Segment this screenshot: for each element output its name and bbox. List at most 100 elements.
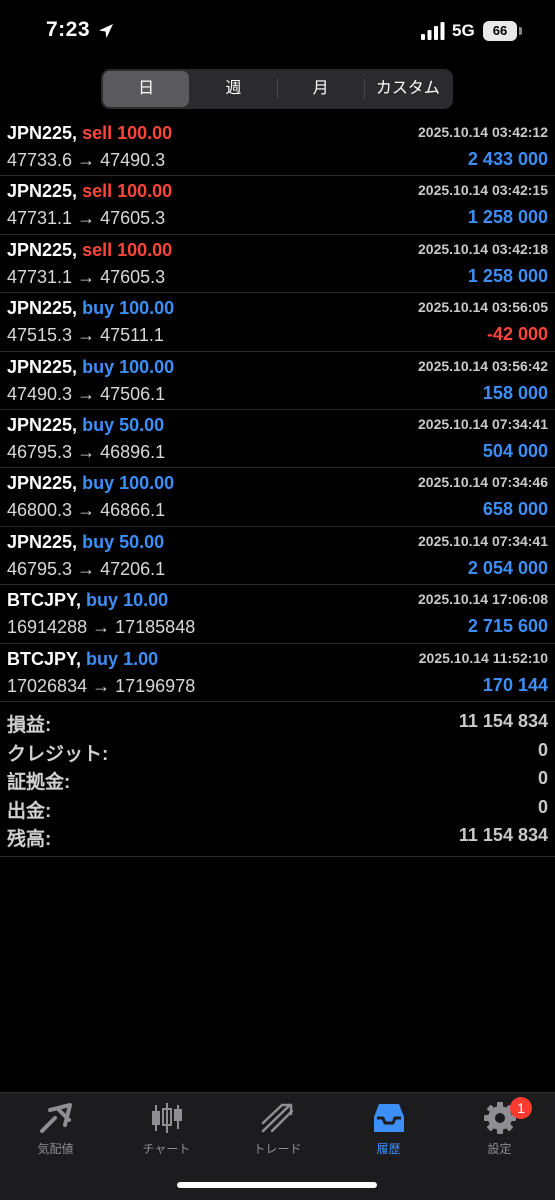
chart-candles-icon xyxy=(152,1103,182,1133)
period-tab-month[interactable]: 月 xyxy=(278,71,364,107)
tab-settings[interactable]: 1 設定 xyxy=(444,1093,555,1163)
close-price: 17196978 xyxy=(115,675,196,696)
open-price: 47490.3 xyxy=(7,383,73,404)
tab-trade[interactable]: トレード xyxy=(222,1093,333,1163)
trade-profit: 1 258 000 xyxy=(467,207,548,228)
trade-row[interactable]: JPN225, buy 50.00 46795.3 → 47206.1 2025… xyxy=(0,527,555,586)
trade-prices: 46795.3 → 46896.1 xyxy=(7,442,165,463)
trade-title: JPN225, sell 100.00 xyxy=(7,240,172,261)
summary-label: 残高: xyxy=(7,829,52,850)
trade-prices: 46800.3 → 46866.1 xyxy=(7,500,165,521)
trade-row[interactable]: JPN225, buy 100.00 46800.3 → 46866.1 202… xyxy=(0,468,555,527)
summary-label: 損益: xyxy=(7,715,52,736)
summary-label: 出金: xyxy=(7,800,52,822)
open-price: 47731.1 xyxy=(7,266,73,287)
trade-prices: 47490.3 → 47506.1 xyxy=(7,384,165,405)
close-price: 47206.1 xyxy=(100,558,166,579)
summary-value: 0 xyxy=(537,768,548,788)
trade-profit: 2 054 000 xyxy=(467,557,548,578)
summary-row-profit: 損益: 11 154 834 xyxy=(0,708,555,737)
trade-time: 2025.10.14 03:56:05 xyxy=(418,299,548,316)
trade-symbol: JPN225, xyxy=(7,473,78,494)
arrow-icon: → xyxy=(77,441,96,462)
trade-row[interactable]: JPN225, sell 100.00 47731.1 → 47605.3 20… xyxy=(0,235,555,294)
trade-prices: 47731.1 → 47605.3 xyxy=(7,208,165,229)
trade-volume: 50.00 xyxy=(119,414,165,435)
trade-symbol: JPN225, xyxy=(7,181,78,202)
trade-symbol: BTCJPY, xyxy=(7,648,82,669)
open-price: 47515.3 xyxy=(7,325,73,346)
trade-prices: 47731.1 → 47605.3 xyxy=(7,267,165,288)
network-type: 5G xyxy=(452,21,475,40)
summary-value: 11 154 834 xyxy=(458,825,548,845)
trade-volume: 100.00 xyxy=(119,356,175,377)
notification-badge: 1 xyxy=(510,1097,532,1119)
trade-title: BTCJPY, buy 1.00 xyxy=(7,649,158,670)
summary-row-margin: 証拠金: 0 xyxy=(0,765,555,794)
open-price: 46795.3 xyxy=(7,558,73,579)
trade-side: buy xyxy=(82,356,115,377)
open-price: 46800.3 xyxy=(7,500,73,521)
trade-time: 2025.10.14 03:42:12 xyxy=(418,124,548,140)
trade-prices: 47733.6 → 47490.3 xyxy=(7,150,165,171)
close-price: 47490.3 xyxy=(100,150,166,170)
close-price: 17185848 xyxy=(115,617,196,638)
tab-label: 設定 xyxy=(487,1142,512,1156)
period-tab-day[interactable]: 日 xyxy=(103,71,190,107)
trade-time: 2025.10.14 03:42:18 xyxy=(418,240,548,257)
tab-label: 気配値 xyxy=(37,1142,74,1156)
trade-side: buy xyxy=(82,298,115,319)
arrow-icon: → xyxy=(77,266,96,287)
trade-title: JPN225, buy 50.00 xyxy=(7,532,164,553)
trade-title: JPN225, buy 50.00 xyxy=(7,415,164,436)
trade-row[interactable]: JPN225, sell 100.00 47733.6 → 47490.3 20… xyxy=(0,118,555,177)
summary-label: 証拠金: xyxy=(7,772,71,793)
battery-tip xyxy=(519,27,522,35)
trade-side: sell xyxy=(82,123,113,143)
arrow-icon: → xyxy=(77,208,96,229)
trade-prices: 17026834 → 17196978 xyxy=(7,676,195,697)
arrow-icon: → xyxy=(77,500,96,521)
trade-profit: 1 258 000 xyxy=(467,265,548,286)
open-price: 17026834 xyxy=(7,675,88,696)
tab-quotes[interactable]: 気配値 xyxy=(0,1093,111,1163)
trade-profit: 158 000 xyxy=(482,382,548,403)
trade-symbol: JPN225, xyxy=(7,356,78,377)
status-bar: 7:23 5G 66 xyxy=(0,0,555,62)
close-price: 47605.3 xyxy=(100,266,166,287)
history-inbox-icon xyxy=(374,1104,404,1132)
trade-prices: 16914288 → 17185848 xyxy=(7,617,195,638)
trade-time: 2025.10.14 03:56:42 xyxy=(418,357,548,374)
period-tab-custom[interactable]: カスタム xyxy=(365,71,451,107)
period-tab-week[interactable]: 週 xyxy=(190,71,276,107)
quotes-icon xyxy=(40,1103,72,1133)
tab-chart[interactable]: チャート xyxy=(111,1093,222,1163)
trade-profit: -42 000 xyxy=(486,324,548,345)
close-price: 46896.1 xyxy=(100,441,166,462)
tab-label: チャート xyxy=(142,1142,191,1156)
trade-profit: 658 000 xyxy=(482,499,548,520)
trade-volume: 1.00 xyxy=(123,648,159,669)
trade-symbol: JPN225, xyxy=(7,298,78,319)
trade-profit: 504 000 xyxy=(482,440,548,461)
trade-volume: 100.00 xyxy=(117,123,173,143)
tab-label: 履歴 xyxy=(376,1142,401,1156)
trade-row[interactable]: BTCJPY, buy 1.00 17026834 → 17196978 202… xyxy=(0,644,555,702)
home-indicator xyxy=(177,1182,377,1188)
close-price: 47511.1 xyxy=(100,325,164,346)
trade-row[interactable]: JPN225, buy 100.00 47515.3 → 47511.1 202… xyxy=(0,293,555,352)
location-arrow-icon xyxy=(99,24,113,38)
trade-row[interactable]: JPN225, buy 50.00 46795.3 → 46896.1 2025… xyxy=(0,410,555,469)
trade-row[interactable]: JPN225, buy 100.00 47490.3 → 47506.1 202… xyxy=(0,352,555,410)
close-price: 46866.1 xyxy=(100,500,166,521)
trade-volume: 100.00 xyxy=(119,298,175,319)
trade-profit: 2 715 600 xyxy=(467,616,548,637)
arrow-icon: → xyxy=(77,150,96,170)
summary-label: クレジット: xyxy=(7,743,109,765)
trade-symbol: BTCJPY, xyxy=(7,590,82,611)
tab-history[interactable]: 履歴 xyxy=(333,1093,444,1163)
trade-row[interactable]: BTCJPY, buy 10.00 16914288 → 17185848 20… xyxy=(0,585,555,644)
arrow-icon: → xyxy=(92,675,111,696)
open-price: 47731.1 xyxy=(7,208,73,229)
trade-row[interactable]: JPN225, sell 100.00 47731.1 → 47605.3 20… xyxy=(0,176,555,235)
